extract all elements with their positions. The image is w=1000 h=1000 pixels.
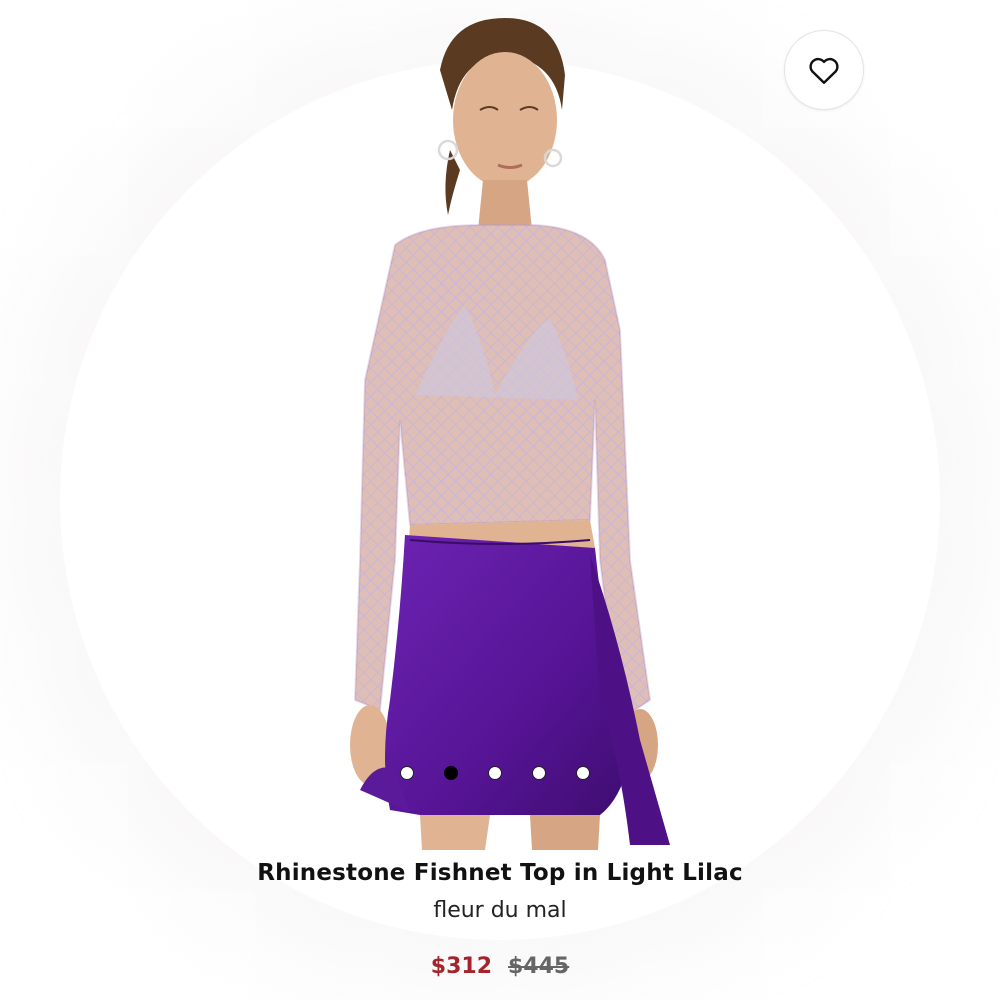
heart-outline-icon bbox=[809, 57, 839, 84]
carousel-dot-5[interactable] bbox=[576, 766, 590, 780]
carousel-indicators bbox=[400, 766, 590, 780]
product-title[interactable]: Rhinestone Fishnet Top in Light Lilac bbox=[0, 860, 1000, 886]
carousel-dot-3[interactable] bbox=[488, 766, 502, 780]
sale-price: $312 bbox=[430, 954, 492, 979]
brand-name[interactable]: fleur du mal bbox=[0, 898, 1000, 923]
carousel-dot-2[interactable] bbox=[444, 766, 458, 780]
carousel-dot-4[interactable] bbox=[532, 766, 546, 780]
product-page: Rhinestone Fishnet Top in Light Lilac fl… bbox=[0, 0, 1000, 1000]
original-price: $445 bbox=[508, 954, 570, 979]
price-row: $312 $445 bbox=[0, 954, 1000, 979]
wishlist-button[interactable] bbox=[784, 30, 864, 110]
product-image[interactable] bbox=[300, 0, 720, 850]
carousel-dot-1[interactable] bbox=[400, 766, 414, 780]
